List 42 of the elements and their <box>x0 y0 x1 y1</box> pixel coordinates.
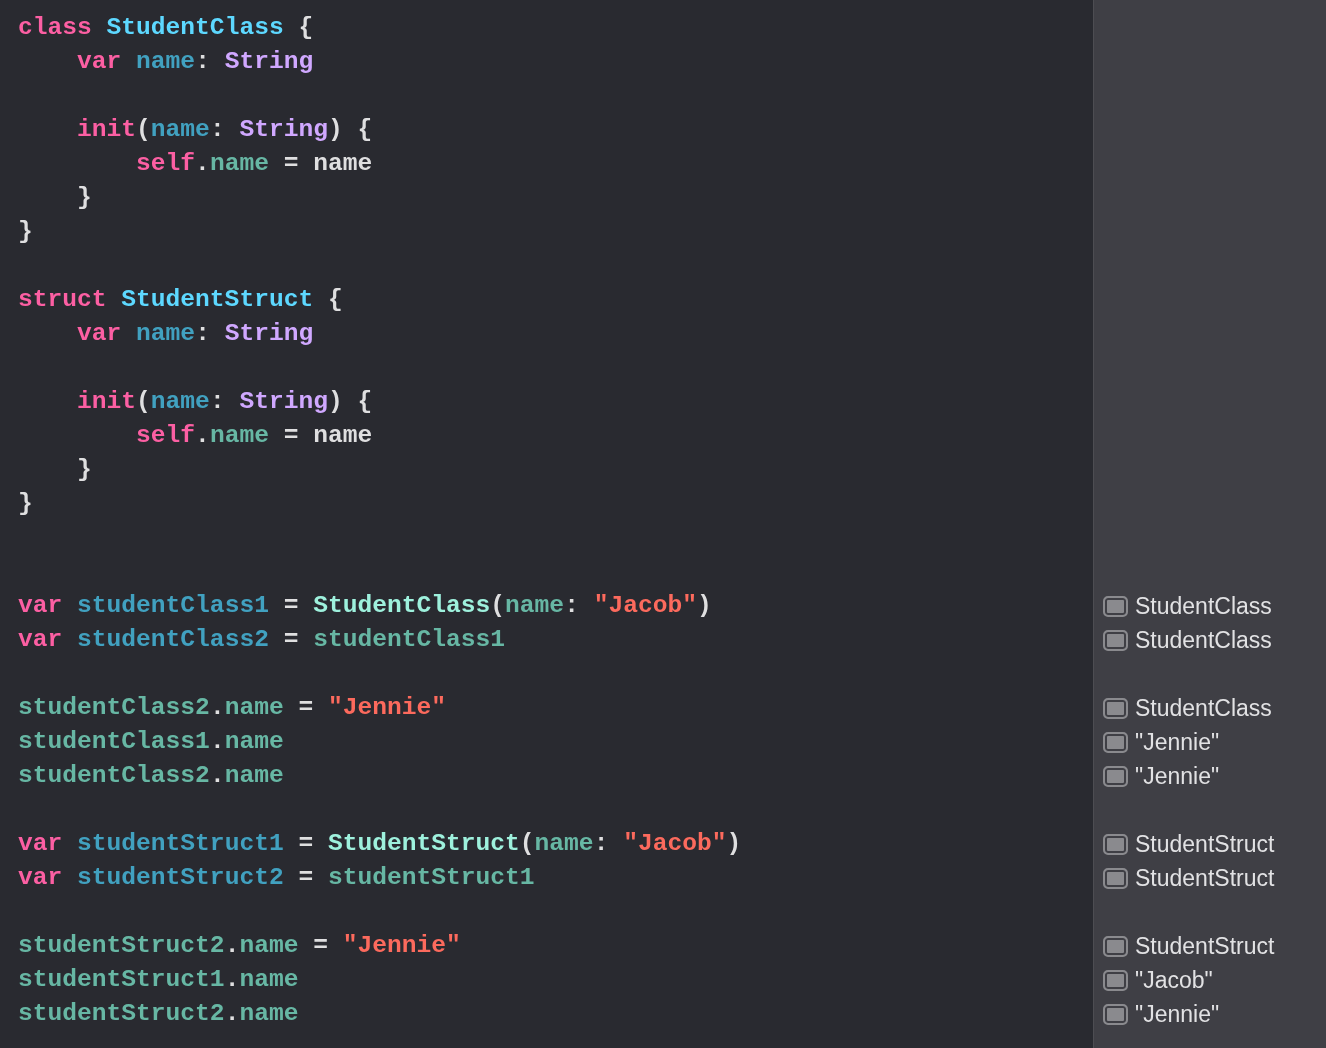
show-result-button[interactable] <box>1103 629 1128 651</box>
result-value: StudentClass <box>1135 694 1272 723</box>
code-line: } <box>76 455 93 485</box>
code-line: studentClass1.name <box>18 727 285 757</box>
result-value: StudentStruct <box>1135 830 1275 859</box>
code-line: self.name = name <box>135 149 374 179</box>
code-line: struct StudentStruct { <box>18 285 344 315</box>
code-line: studentStruct1.name <box>18 965 300 995</box>
code-line: studentStruct2.name <box>18 999 300 1029</box>
code-line: } <box>18 217 34 247</box>
code-line: } <box>18 489 34 519</box>
show-result-button[interactable] <box>1103 867 1128 889</box>
result-value: "Jennie" <box>1135 1000 1220 1029</box>
code-line: var name: String <box>76 47 315 77</box>
show-result-button[interactable] <box>1103 595 1128 617</box>
code-line: studentStruct2.name = "Jennie" <box>18 931 462 961</box>
result-value: StudentClass <box>1135 592 1272 621</box>
code-line: studentClass2.name <box>18 761 285 791</box>
show-result-button[interactable] <box>1103 1003 1128 1025</box>
result-value: "Jacob" <box>1135 966 1213 995</box>
code-line: var studentClass2 = studentClass1 <box>18 625 507 655</box>
result-value: StudentClass <box>1135 626 1272 655</box>
code-line: self.name = name <box>135 421 374 451</box>
show-result-button[interactable] <box>1103 833 1128 855</box>
code-line: var studentStruct1 = StudentStruct(name: "Jacob") <box>18 829 743 859</box>
show-result-button[interactable] <box>1103 935 1128 957</box>
result-value: "Jennie" <box>1135 728 1220 757</box>
code-line: } <box>76 183 93 213</box>
code-line: class StudentClass { <box>18 13 315 43</box>
result-value: StudentStruct <box>1135 932 1275 961</box>
show-result-button[interactable] <box>1103 765 1128 787</box>
result-value: "Jennie" <box>1135 762 1220 791</box>
show-result-button[interactable] <box>1103 969 1128 991</box>
show-result-button[interactable] <box>1103 697 1128 719</box>
code-line: var name: String <box>76 319 315 349</box>
code-line: init(name: String) { <box>76 387 374 417</box>
show-result-button[interactable] <box>1103 731 1128 753</box>
code-line: var studentStruct2 = studentStruct1 <box>18 863 536 893</box>
code-line: studentClass2.name = "Jennie" <box>18 693 448 723</box>
result-value: StudentStruct <box>1135 864 1275 893</box>
code-line: init(name: String) { <box>76 115 374 145</box>
code-line: var studentClass1 = StudentClass(name: "Jacob") <box>18 591 713 621</box>
